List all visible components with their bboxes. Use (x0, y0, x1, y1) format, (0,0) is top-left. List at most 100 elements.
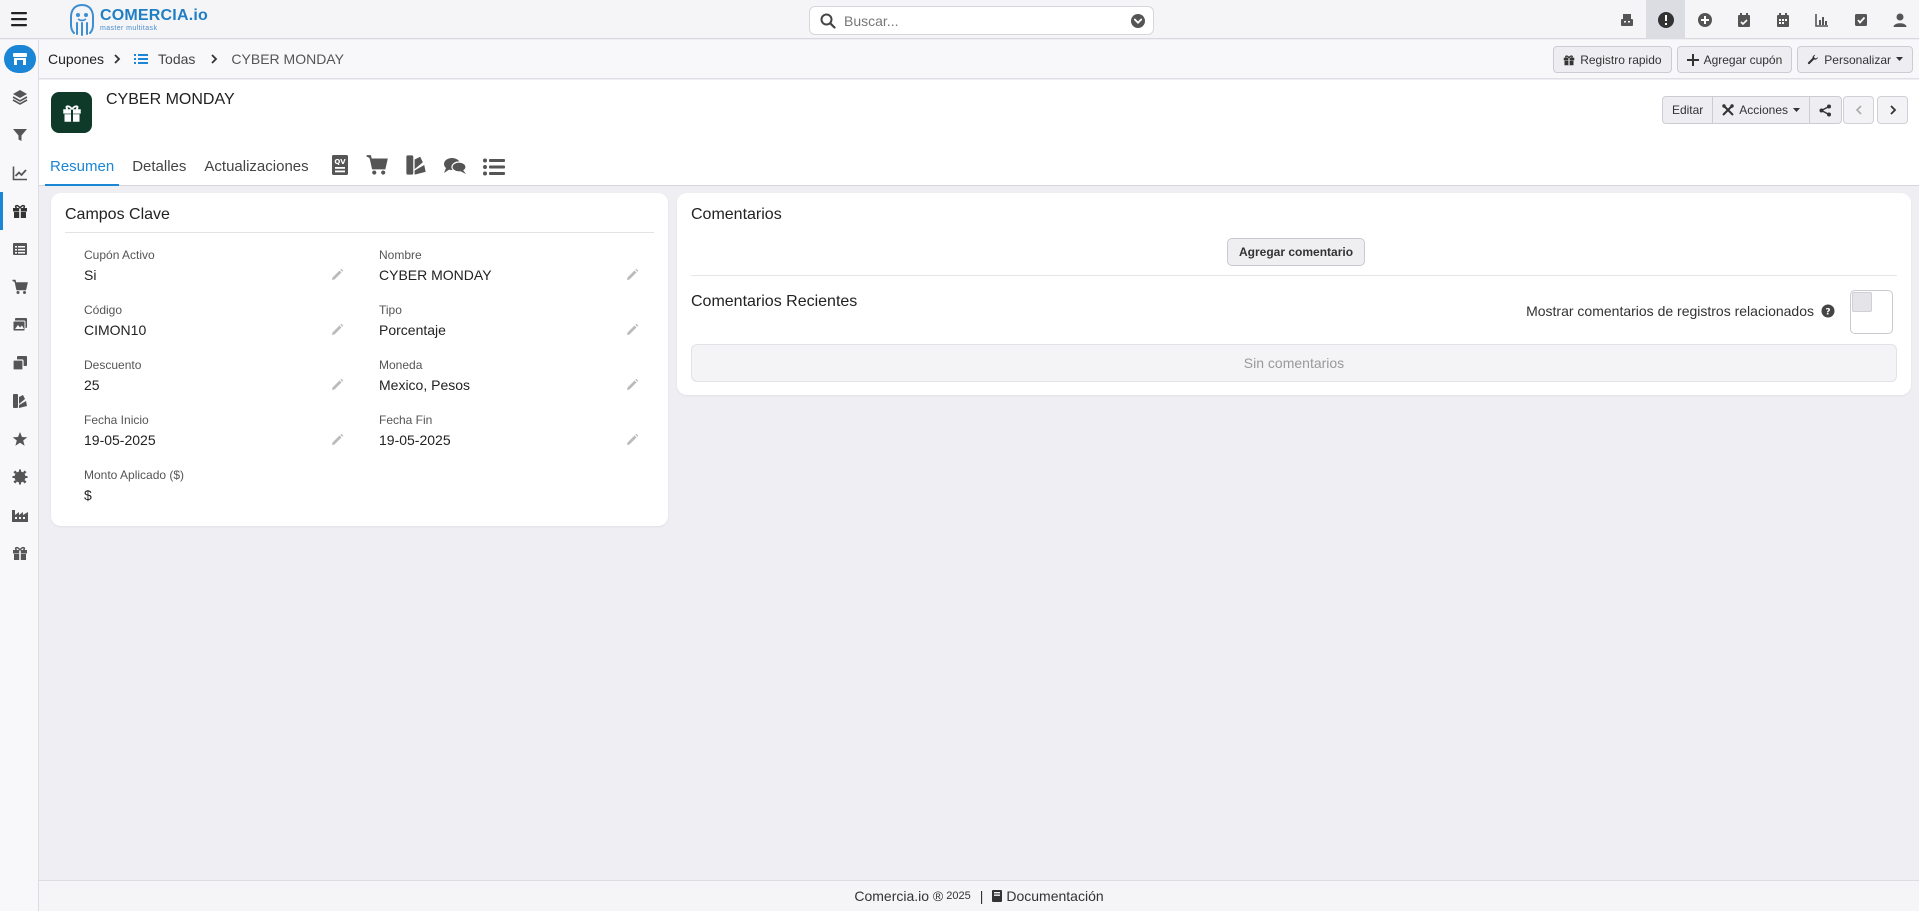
breadcrumb-module[interactable]: Cupones (48, 51, 104, 67)
documentation-link[interactable]: Documentación (992, 888, 1104, 904)
sidebar-item-filter[interactable] (0, 116, 39, 154)
help-icon[interactable]: ? (1821, 304, 1835, 318)
field-label: Fecha Inicio (84, 413, 149, 427)
checkbox-icon[interactable] (1841, 0, 1880, 39)
customize-button[interactable]: Personalizar (1797, 46, 1913, 73)
svg-text:QV: QV (334, 158, 346, 166)
share-icon (1819, 104, 1831, 116)
tab-orders[interactable] (365, 154, 389, 186)
app-logo[interactable]: COMERCIA.io master multitask (68, 2, 208, 37)
sidebar-item-images[interactable] (0, 306, 39, 344)
divider (65, 232, 654, 233)
filter-icon (12, 129, 27, 141)
pencil-icon[interactable] (330, 378, 344, 392)
share-button[interactable] (1809, 96, 1842, 124)
cart-icon (366, 155, 388, 175)
chevron-right-icon (1889, 105, 1896, 115)
store-icon (3, 45, 36, 73)
sidebar-item-swatches[interactable] (0, 382, 39, 420)
field-label: Código (84, 303, 123, 317)
sidebar-item-sales[interactable] (0, 268, 39, 306)
next-record-button[interactable] (1877, 96, 1908, 124)
add-comment-button[interactable]: Agregar comentario (1227, 238, 1366, 266)
breadcrumb-list-label: Todas (158, 51, 196, 67)
user-icon[interactable] (1880, 0, 1919, 39)
key-fields-card: Campos Clave Cupón Activo Si Nombre CYBE… (51, 193, 668, 526)
search-input[interactable] (844, 12, 1130, 29)
field-label: Nombre (379, 248, 422, 262)
tab-comments[interactable] (443, 156, 467, 186)
field-value: CIMON10 (84, 322, 147, 338)
alert-icon[interactable] (1646, 0, 1685, 39)
no-comments-message: Sin comentarios (691, 344, 1897, 382)
calendar-check-icon[interactable] (1724, 0, 1763, 39)
record-title: CYBER MONDAY (106, 91, 235, 108)
bar-chart-icon[interactable] (1802, 0, 1841, 39)
sidebar-item-list[interactable] (0, 230, 39, 268)
footer: Comercia.io ® 2025 | Documentación (39, 880, 1919, 911)
tab-updates[interactable]: Actualizaciones (199, 158, 313, 186)
field-name: Nombre CYBER MONDAY (379, 248, 639, 283)
sidebar-item-copies[interactable] (0, 344, 39, 382)
quick-register-button[interactable]: Registro rapido (1553, 46, 1672, 73)
field-applied-amount: Monto Aplicado ($) $ (84, 468, 344, 503)
add-coupon-button[interactable]: Agregar cupón (1676, 46, 1793, 73)
breadcrumb-current: CYBER MONDAY (231, 51, 344, 67)
tab-swatches[interactable] (405, 154, 427, 186)
pencil-icon[interactable] (330, 323, 344, 337)
field-value: 25 (84, 377, 100, 393)
tab-list[interactable] (482, 158, 505, 186)
pencil-icon[interactable] (330, 433, 344, 447)
pencil-icon[interactable] (625, 268, 639, 282)
field-label: Tipo (379, 303, 402, 317)
tab-details[interactable]: Detalles (127, 158, 191, 186)
comments-card: Comentarios Agregar comentario Comentari… (677, 193, 1911, 395)
sidebar-item-home[interactable] (0, 40, 39, 78)
previous-record-button[interactable] (1843, 96, 1874, 124)
pencil-icon[interactable] (330, 268, 344, 282)
tab-summary[interactable]: Resumen (45, 158, 120, 186)
comments-icon (443, 158, 467, 174)
pencil-icon[interactable] (625, 323, 639, 337)
field-value: CYBER MONDAY (379, 267, 492, 283)
list-icon (482, 158, 505, 176)
sidebar-item-badges[interactable] (0, 458, 39, 496)
chevron-down-circle-icon[interactable] (1130, 13, 1146, 29)
sidebar-item-reports[interactable] (0, 154, 39, 192)
tab-invoice[interactable]: QV (331, 154, 349, 186)
pencil-icon[interactable] (625, 378, 639, 392)
plus-icon (1686, 53, 1699, 66)
sidebar-item-coupons[interactable] (0, 192, 39, 230)
gift-icon (51, 92, 92, 133)
edit-button[interactable]: Editar (1661, 96, 1714, 124)
octopus-logo-icon (70, 3, 94, 36)
pencil-icon[interactable] (625, 433, 639, 447)
industry-icon (11, 510, 28, 522)
chevron-right-icon (114, 54, 121, 64)
register-icon[interactable] (1607, 0, 1646, 39)
breadcrumb-list[interactable]: Todas (134, 51, 195, 67)
gift-icon (1563, 54, 1575, 65)
field-value: Porcentaje (379, 322, 446, 338)
field-value: Si (84, 267, 97, 283)
list-alt-icon (12, 243, 27, 255)
plus-circle-icon[interactable] (1685, 0, 1724, 39)
calendar-icon[interactable] (1763, 0, 1802, 39)
sidebar-item-favorites[interactable] (0, 420, 39, 458)
actions-button[interactable]: Acciones (1712, 96, 1810, 124)
footer-brand: Comercia.io ® (854, 888, 944, 904)
breadcrumb: Cupones Todas CYBER MONDAY (48, 40, 344, 78)
svg-text:?: ? (1825, 308, 1830, 318)
list-icon (134, 54, 149, 64)
related-comments-toggle[interactable] (1850, 290, 1893, 334)
top-icons (1607, 0, 1919, 39)
sidebar-item-layers[interactable] (0, 78, 39, 116)
hamburger-menu-icon[interactable] (10, 10, 28, 28)
book-icon (992, 890, 1003, 902)
field-value: $ (84, 487, 92, 503)
sidebar-item-gifts[interactable] (0, 534, 39, 572)
star-icon (12, 432, 27, 446)
footer-separator: | (979, 888, 984, 904)
field-active: Cupón Activo Si (84, 248, 344, 283)
sidebar-item-industry[interactable] (0, 496, 39, 534)
